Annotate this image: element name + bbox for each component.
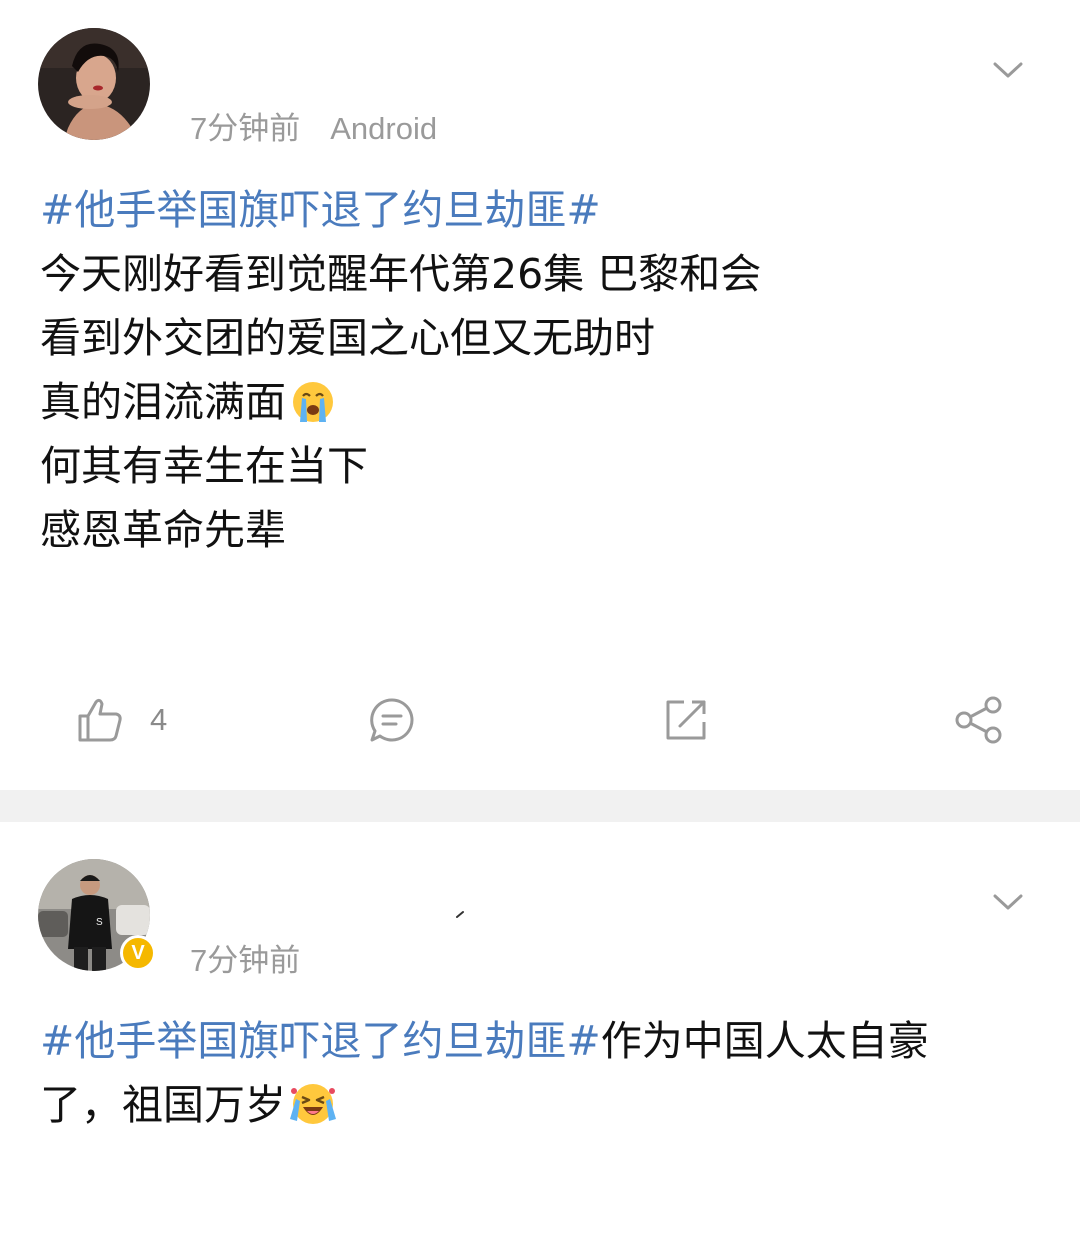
- comment-button[interactable]: [366, 688, 418, 752]
- decorative-mark: [456, 911, 464, 918]
- like-button[interactable]: 4: [74, 688, 167, 752]
- like-icon: [78, 698, 122, 742]
- excited-crying-face-emoji-icon: [288, 1079, 338, 1129]
- share-button[interactable]: [953, 688, 1005, 752]
- post-separator: [0, 790, 1080, 822]
- post-meta: 7分钟前: [190, 935, 300, 980]
- post-content: #他手举国旗吓退了约旦劫匪# 今天刚好看到觉醒年代第26集 巴黎和会 看到外交团…: [40, 178, 1020, 562]
- post-text-line-with-emoji: 真的泪流满面: [40, 370, 1020, 434]
- post-text-line: 看到外交团的爱国之心但又无助时: [40, 314, 655, 362]
- verified-badge: V: [120, 935, 156, 971]
- chevron-down-icon[interactable]: [992, 892, 1024, 912]
- hashtag-link[interactable]: #他手举国旗吓退了约旦劫匪#: [40, 1017, 601, 1065]
- comment-icon: [370, 698, 414, 742]
- like-count: 4: [150, 702, 168, 737]
- post-text-line: 今天刚好看到觉醒年代第26集 巴黎和会: [40, 250, 762, 298]
- post-time: 7分钟前: [190, 943, 301, 978]
- post-content: #他手举国旗吓退了约旦劫匪#作为中国人太自豪 了，祖国万岁: [40, 1009, 1020, 1137]
- post-text-line: 感恩革命先辈: [40, 506, 286, 554]
- hashtag-link[interactable]: #他手举国旗吓退了约旦劫匪#: [40, 178, 1020, 242]
- chevron-down-icon[interactable]: [992, 60, 1024, 80]
- post-text: 作为中国人太自豪: [600, 1017, 929, 1065]
- repost-button[interactable]: [660, 688, 712, 752]
- crying-face-emoji-icon: [288, 376, 338, 426]
- action-bar: 4: [0, 688, 1080, 752]
- post-text-line: 真的泪流满面: [40, 378, 286, 426]
- post-time: 7分钟前: [190, 111, 301, 146]
- post-text-line: #他手举国旗吓退了约旦劫匪#作为中国人太自豪: [40, 1009, 1020, 1073]
- avatar[interactable]: [38, 28, 150, 140]
- post-card: 7分钟前 Android #他手举国旗吓退了约旦劫匪# 今天刚好看到觉醒年代第26…: [0, 0, 1080, 790]
- post-text: 了，祖国万岁: [40, 1081, 286, 1129]
- post-meta: 7分钟前 Android: [190, 103, 437, 148]
- post-card: S V 7分钟前 #他手举国旗吓退了约旦劫匪#作为中国人太自豪 了，祖国万岁: [0, 822, 1080, 1235]
- post-text-line-with-emoji: 了，祖国万岁: [40, 1073, 1020, 1137]
- post-text-line: 何其有幸生在当下: [40, 442, 368, 490]
- share-icon: [955, 696, 1002, 744]
- post-device: Android: [330, 111, 438, 146]
- svg-text:S: S: [96, 917, 103, 928]
- repost-icon: [666, 700, 706, 740]
